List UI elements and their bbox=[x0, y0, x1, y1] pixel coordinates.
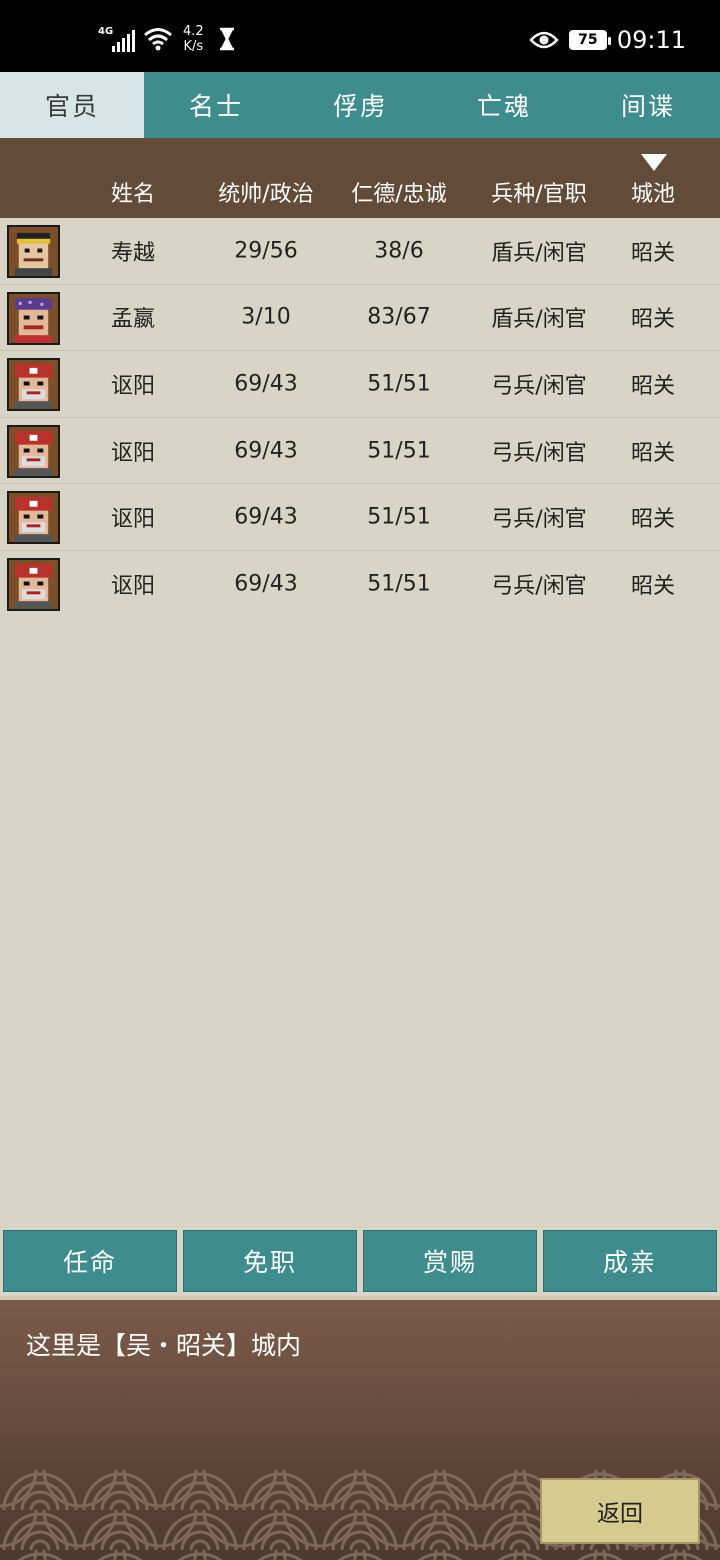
cell-city: 昭关 bbox=[630, 307, 676, 333]
table-row[interactable]: 孟嬴 3/10 83/67 盾兵/闲官 昭关 bbox=[0, 285, 720, 352]
cell-command-politics: 3/10 bbox=[241, 304, 291, 330]
wifi-icon bbox=[144, 28, 172, 51]
speed-unit: K/s bbox=[183, 39, 204, 54]
network-type: 4G bbox=[98, 26, 114, 37]
header-troop-post[interactable]: 兵种/官职 bbox=[491, 176, 586, 208]
avatar bbox=[7, 225, 60, 278]
table-row[interactable]: 寿越 29/56 38/6 盾兵/闲官 昭关 bbox=[0, 218, 720, 285]
cell-command-politics: 69/43 bbox=[234, 571, 298, 597]
cell-city: 昭关 bbox=[630, 507, 676, 533]
hourglass-icon bbox=[219, 27, 234, 51]
header-command-politics[interactable]: 统帅/政治 bbox=[218, 176, 313, 208]
status-bar: 4G 4.2 K/s 75 09:11 bbox=[0, 0, 720, 72]
cell-troop-post: 弓兵/闲官 bbox=[491, 440, 587, 466]
dismiss-button[interactable]: 免职 bbox=[183, 1230, 357, 1292]
signal-icon: 4G bbox=[98, 26, 135, 52]
cell-name: 讴阳 bbox=[110, 440, 156, 466]
tab-officials[interactable]: 官员 bbox=[0, 72, 144, 138]
cell-name: 讴阳 bbox=[110, 373, 156, 399]
cell-city: 昭关 bbox=[630, 574, 676, 600]
info-panel: 这里是【吴・昭关】城内 返回 bbox=[0, 1296, 720, 1560]
cell-name: 讴阳 bbox=[110, 574, 156, 600]
clock: 09:11 bbox=[616, 26, 686, 54]
cell-command-politics: 69/43 bbox=[234, 504, 298, 530]
cell-virtue-loyalty: 51/51 bbox=[367, 438, 431, 464]
avatar bbox=[7, 424, 60, 478]
cell-name: 讴阳 bbox=[110, 507, 156, 533]
action-bar: 任命 免职 赏赐 成亲 bbox=[0, 1230, 720, 1294]
table-row[interactable]: 讴阳 69/43 51/51 弓兵/闲官 昭关 bbox=[0, 484, 720, 551]
tab-spies[interactable]: 间谍 bbox=[576, 72, 720, 138]
header-name[interactable]: 姓名 bbox=[111, 176, 155, 208]
table-row[interactable]: 讴阳 69/43 51/51 弓兵/闲官 昭关 bbox=[0, 418, 720, 485]
status-left: 4G 4.2 K/s bbox=[98, 24, 236, 54]
cell-city: 昭关 bbox=[630, 240, 676, 266]
cell-city: 昭关 bbox=[630, 373, 676, 399]
officials-list: 寿越 29/56 38/6 盾兵/闲官 昭关 孟嬴 3/10 83/67 盾兵/闲官 昭关 讴阳 69… bbox=[0, 218, 720, 618]
cell-troop-post: 弓兵/闲官 bbox=[491, 507, 587, 533]
battery-icon: 75 bbox=[568, 30, 611, 50]
appoint-button[interactable]: 任命 bbox=[3, 1230, 177, 1292]
cell-name: 孟嬴 bbox=[110, 307, 156, 333]
sort-desc-icon bbox=[641, 154, 667, 171]
table-header: 姓名 统帅/政治 仁德/忠诚 兵种/官职 城池 bbox=[0, 138, 720, 218]
tab-celebrities[interactable]: 名士 bbox=[144, 72, 288, 138]
tab-spirits[interactable]: 亡魂 bbox=[432, 72, 576, 138]
cell-virtue-loyalty: 51/51 bbox=[367, 504, 431, 530]
battery-level: 75 bbox=[578, 32, 598, 48]
table-row[interactable]: 讴阳 69/43 51/51 弓兵/闲官 昭关 bbox=[0, 351, 720, 418]
cell-troop-post: 弓兵/闲官 bbox=[491, 373, 587, 399]
avatar bbox=[7, 358, 60, 412]
cell-command-politics: 29/56 bbox=[234, 238, 298, 264]
marriage-button[interactable]: 成亲 bbox=[543, 1230, 717, 1292]
eye-icon bbox=[529, 31, 559, 49]
header-city[interactable]: 城池 bbox=[631, 176, 675, 208]
header-virtue-loyalty[interactable]: 仁德/忠诚 bbox=[351, 176, 446, 208]
cell-command-politics: 69/43 bbox=[234, 371, 298, 397]
avatar bbox=[7, 557, 60, 611]
cell-troop-post: 盾兵/闲官 bbox=[491, 307, 587, 333]
cell-troop-post: 盾兵/闲官 bbox=[491, 240, 587, 266]
speed-value: 4.2 bbox=[183, 24, 204, 39]
tab-prisoners[interactable]: 俘虏 bbox=[288, 72, 432, 138]
network-speed: 4.2 K/s bbox=[183, 24, 204, 54]
location-message: 这里是【吴・昭关】城内 bbox=[26, 1331, 302, 1360]
return-button[interactable]: 返回 bbox=[540, 1478, 700, 1544]
cell-name: 寿越 bbox=[110, 240, 156, 266]
cell-city: 昭关 bbox=[630, 440, 676, 466]
cell-virtue-loyalty: 51/51 bbox=[367, 371, 431, 397]
cell-virtue-loyalty: 83/67 bbox=[367, 304, 431, 330]
category-tabs: 官员 名士 俘虏 亡魂 间谍 bbox=[0, 72, 720, 138]
reward-button[interactable]: 赏赐 bbox=[363, 1230, 537, 1292]
cell-troop-post: 弓兵/闲官 bbox=[491, 574, 587, 600]
cell-command-politics: 69/43 bbox=[234, 438, 298, 464]
cell-virtue-loyalty: 38/6 bbox=[374, 238, 424, 264]
avatar bbox=[7, 291, 60, 345]
cell-virtue-loyalty: 51/51 bbox=[367, 571, 431, 597]
table-row[interactable]: 讴阳 69/43 51/51 弓兵/闲官 昭关 bbox=[0, 551, 720, 618]
avatar bbox=[7, 491, 60, 545]
status-right: 75 09:11 bbox=[529, 26, 686, 54]
